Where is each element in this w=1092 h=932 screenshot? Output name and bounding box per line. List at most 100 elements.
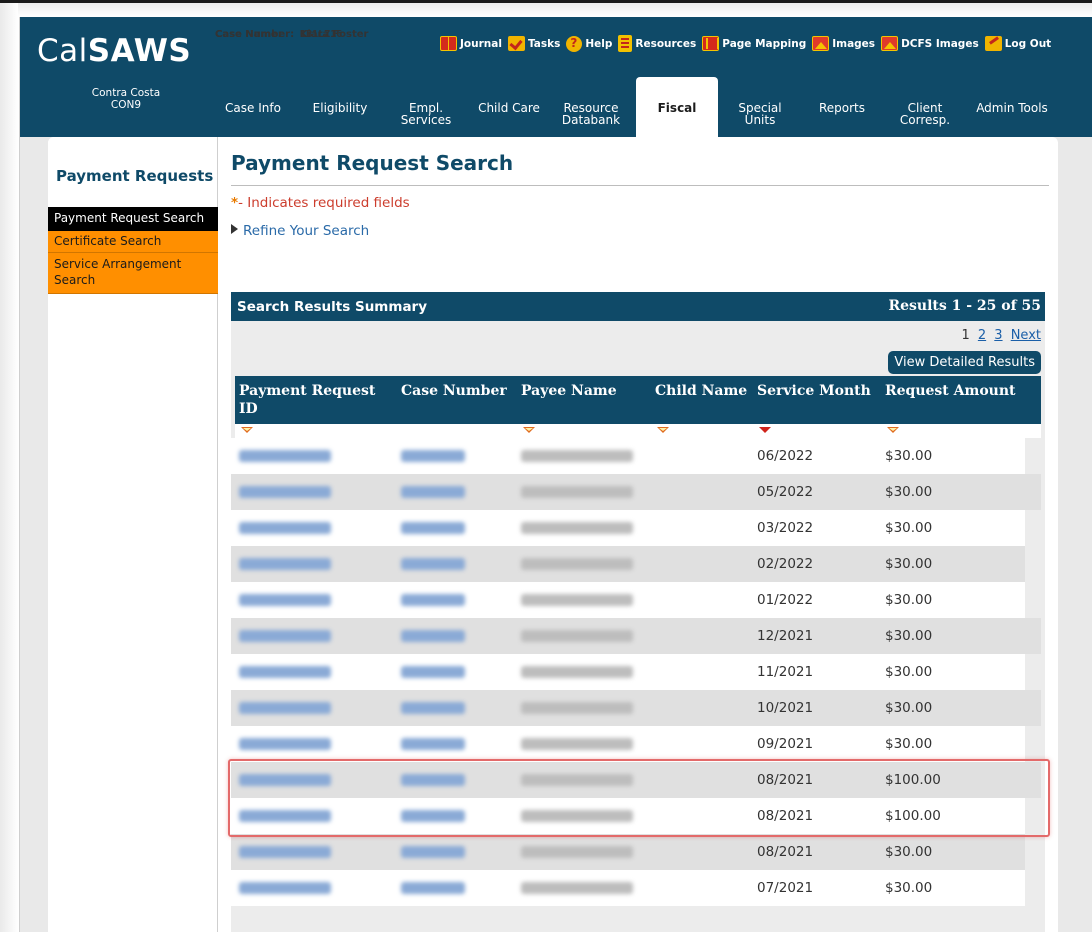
case-number-link[interactable] [401, 882, 465, 894]
page-mapping-link[interactable]: Page Mapping [702, 36, 806, 51]
log-out-link[interactable]: Log Out [984, 36, 1051, 51]
tab-resource-databank[interactable]: Resource Databank [560, 77, 622, 137]
table-row[interactable]: 02/2022 $30.00 [231, 546, 1025, 582]
case-number-link[interactable] [401, 810, 465, 822]
journal-link[interactable]: Journal [440, 36, 502, 51]
case-number-link[interactable] [401, 738, 465, 750]
column-request-amount[interactable]: Request Amount [885, 382, 1015, 400]
payment-request-id-link[interactable] [239, 738, 331, 750]
payment-request-id-link[interactable] [239, 810, 331, 822]
logo-saws: SAWS [87, 33, 192, 69]
payment-request-id-link[interactable] [239, 450, 331, 462]
sort-arrow-icon[interactable] [887, 427, 899, 433]
case-number-link[interactable] [401, 594, 465, 606]
request-amount-cell: $30.00 [885, 664, 933, 680]
payment-request-id-link[interactable] [239, 702, 331, 714]
page-2-link[interactable]: 2 [978, 328, 986, 343]
journal-icon [440, 36, 457, 51]
payment-request-id-link[interactable] [239, 846, 331, 858]
tab-empl-services[interactable]: Empl. Services [396, 77, 456, 137]
help-link[interactable]: Help [566, 35, 612, 52]
tab-eligibility[interactable]: Eligibility [310, 77, 370, 137]
images-link[interactable]: Images [812, 36, 875, 51]
payment-request-id-link[interactable] [239, 666, 331, 678]
payee-name-value [521, 450, 633, 462]
case-number-link[interactable] [401, 450, 465, 462]
tab-admin-tools[interactable]: Admin Tools [972, 77, 1052, 137]
column-payment-request-id[interactable]: Payment Request ID [239, 382, 389, 418]
table-row[interactable]: 08/2021 $30.00 [231, 834, 1025, 870]
column-child-name[interactable]: Child Name [655, 382, 747, 400]
resources-icon [618, 35, 633, 52]
sort-active-arrow-icon[interactable] [759, 427, 771, 433]
dcfs-images-link[interactable]: DCFS Images [881, 36, 979, 51]
table-row[interactable]: 11/2021 $30.00 [231, 654, 1025, 690]
payment-request-id-link[interactable] [239, 594, 331, 606]
tab-special-units[interactable]: Special Units [732, 77, 788, 137]
calsaws-logo[interactable]: CalSAWS [37, 36, 191, 67]
payment-request-id-link[interactable] [239, 774, 331, 786]
case-number-link[interactable] [401, 522, 465, 534]
page-3-link[interactable]: 3 [994, 328, 1002, 343]
payment-request-id-link[interactable] [239, 522, 331, 534]
table-row[interactable]: 10/2021 $30.00 [231, 690, 1041, 726]
tab-case-info[interactable]: Case Info [224, 77, 282, 137]
tab-label-line2: Corresp. [899, 113, 951, 127]
sort-arrow-icon[interactable] [657, 427, 669, 433]
request-amount-cell: $30.00 [885, 484, 933, 500]
table-row[interactable]: 06/2022 $30.00 [231, 438, 1025, 474]
table-row[interactable]: 12/2021 $30.00 [231, 618, 1041, 654]
column-service-month[interactable]: Service Month [757, 382, 871, 400]
county-name: Contra Costa [91, 87, 161, 99]
search-results: Search Results Summary Results 1 - 25 of… [231, 292, 1045, 932]
payee-name-value [521, 666, 633, 678]
tab-reports[interactable]: Reports [812, 77, 872, 137]
table-row[interactable]: 03/2022 $30.00 [231, 510, 1025, 546]
column-case-number[interactable]: Case Number [401, 382, 507, 400]
resources-link[interactable]: Resources [618, 35, 696, 52]
case-number-link[interactable] [401, 846, 465, 858]
request-amount-cell: $30.00 [885, 880, 933, 896]
images-icon [812, 36, 830, 51]
refine-search-toggle[interactable]: Refine Your Search [231, 223, 369, 239]
payment-request-id-link[interactable] [239, 882, 331, 894]
table-row[interactable]: 05/2022 $30.00 [231, 474, 1041, 510]
page-mapping-label: Page Mapping [722, 37, 807, 50]
table-row[interactable]: 01/2022 $30.00 [231, 582, 1025, 618]
page-title: Payment Request Search [231, 151, 514, 175]
table-row[interactable]: 07/2021 $30.00 [231, 870, 1025, 906]
sort-arrow-icon[interactable] [241, 427, 253, 433]
tab-label: Admin Tools [976, 101, 1048, 115]
tab-child-care[interactable]: Child Care [478, 77, 540, 137]
logo-cal: Cal [37, 33, 88, 69]
view-detailed-results-button[interactable]: View Detailed Results [888, 351, 1041, 374]
county-info: Contra Costa CON9 [76, 87, 176, 111]
payment-request-id-link[interactable] [239, 558, 331, 570]
left-nav-service-arrangement-search[interactable]: Service Arrangement Search [48, 253, 218, 294]
case-number-link[interactable] [401, 558, 465, 570]
left-nav-payment-request-search[interactable]: Payment Request Search [48, 207, 218, 231]
next-page-link[interactable]: Next [1011, 328, 1041, 343]
payee-name-value [521, 702, 633, 714]
payment-request-id-link[interactable] [239, 630, 331, 642]
payment-request-id-link[interactable] [239, 486, 331, 498]
tab-fiscal[interactable]: Fiscal [636, 77, 718, 137]
case-number-link[interactable] [401, 702, 465, 714]
table-row[interactable]: 08/2021 $100.00 [231, 762, 1041, 798]
case-number-link[interactable] [401, 774, 465, 786]
service-month-cell: 09/2021 [757, 736, 814, 752]
payee-name-value [521, 486, 633, 498]
column-payee-name[interactable]: Payee Name [521, 382, 617, 400]
tab-client-corresp[interactable]: Client Corresp. [892, 77, 958, 137]
main-nav: Contra Costa CON9 Case Info Eligibility … [20, 77, 1092, 137]
left-nav-certificate-search[interactable]: Certificate Search [48, 231, 218, 253]
case-number-link[interactable] [401, 666, 465, 678]
case-number-link[interactable] [401, 630, 465, 642]
sort-arrow-icon[interactable] [523, 427, 535, 433]
table-row[interactable]: 08/2021 $100.00 [231, 798, 1025, 834]
table-row[interactable]: 09/2021 $30.00 [231, 726, 1025, 762]
case-number-link[interactable] [401, 486, 465, 498]
tasks-link[interactable]: Tasks [507, 36, 560, 51]
required-text: - Indicates required fields [238, 195, 410, 211]
tab-label: Reports [818, 101, 866, 115]
